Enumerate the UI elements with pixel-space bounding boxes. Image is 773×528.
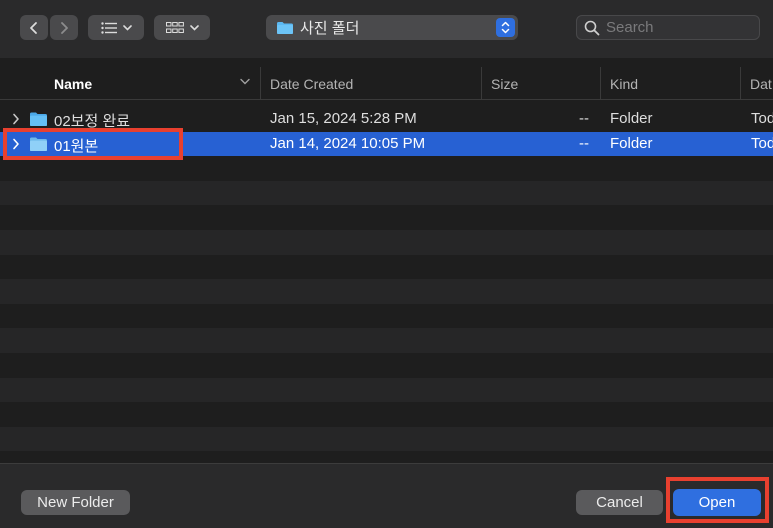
column-date-created-label: Date Created <box>270 75 354 92</box>
file-size: -- <box>579 134 589 152</box>
file-size: -- <box>579 110 589 127</box>
empty-row <box>0 230 773 255</box>
empty-row <box>0 377 773 403</box>
column-name[interactable]: Name <box>45 67 260 100</box>
list-view-button[interactable] <box>88 15 144 40</box>
back-button[interactable] <box>20 15 48 40</box>
location-stepper[interactable] <box>496 18 515 37</box>
search-input[interactable] <box>606 19 756 36</box>
toolbar: 사진 폴더 <box>0 0 773 58</box>
file-list: 02보정 완료 Jan 15, 2024 5:28 PM -- Folder T… <box>0 107 773 463</box>
chevron-down-icon <box>189 24 199 31</box>
column-header: Name Date Created Size Kind Dat <box>0 67 773 100</box>
up-down-chevron-icon <box>501 21 510 34</box>
grid-view-button[interactable] <box>154 15 210 40</box>
column-size-label: Size <box>491 75 519 92</box>
empty-row <box>0 279 773 304</box>
grid-view-icon <box>165 21 184 33</box>
file-kind: Folder <box>610 110 653 127</box>
forward-button[interactable] <box>50 15 78 40</box>
new-folder-button[interactable]: New Folder <box>21 490 130 515</box>
column-size[interactable]: Size <box>481 67 600 100</box>
cancel-button[interactable]: Cancel <box>576 490 663 515</box>
empty-row <box>0 328 773 353</box>
dialog-footer: New Folder Cancel Open <box>0 463 773 528</box>
search-field[interactable] <box>576 15 760 40</box>
column-kind-label: Kind <box>610 75 639 92</box>
chevron-right-icon <box>61 21 68 34</box>
search-icon <box>584 20 600 35</box>
empty-row <box>0 180 773 206</box>
chevron-left-icon <box>30 21 37 34</box>
disclosure-chevron-icon[interactable] <box>12 113 20 125</box>
file-date-created: Jan 15, 2024 5:28 PM <box>270 110 417 127</box>
folder-icon <box>30 112 47 126</box>
folder-icon <box>277 21 293 34</box>
column-date-created[interactable]: Date Created <box>260 67 481 100</box>
file-date-extra: Tod <box>751 134 773 152</box>
file-date-created: Jan 14, 2024 10:05 PM <box>270 134 426 152</box>
location-label: 사진 폴더 <box>300 20 360 37</box>
selected-row-highlight-box <box>3 128 183 160</box>
column-date-extra[interactable]: Dat <box>740 67 773 100</box>
location-popup[interactable]: 사진 폴더 <box>266 15 518 40</box>
column-kind[interactable]: Kind <box>600 67 740 100</box>
column-date-extra-label: Dat <box>750 75 772 92</box>
chevron-down-icon <box>240 78 250 85</box>
file-kind: Folder <box>610 134 653 152</box>
column-name-label: Name <box>54 75 93 92</box>
list-view-icon <box>100 21 117 34</box>
empty-row <box>0 426 773 452</box>
file-date-extra: Tod <box>751 110 773 127</box>
chevron-down-icon <box>122 24 132 31</box>
open-button-highlight-box <box>666 477 769 523</box>
navigation-buttons <box>20 15 78 40</box>
